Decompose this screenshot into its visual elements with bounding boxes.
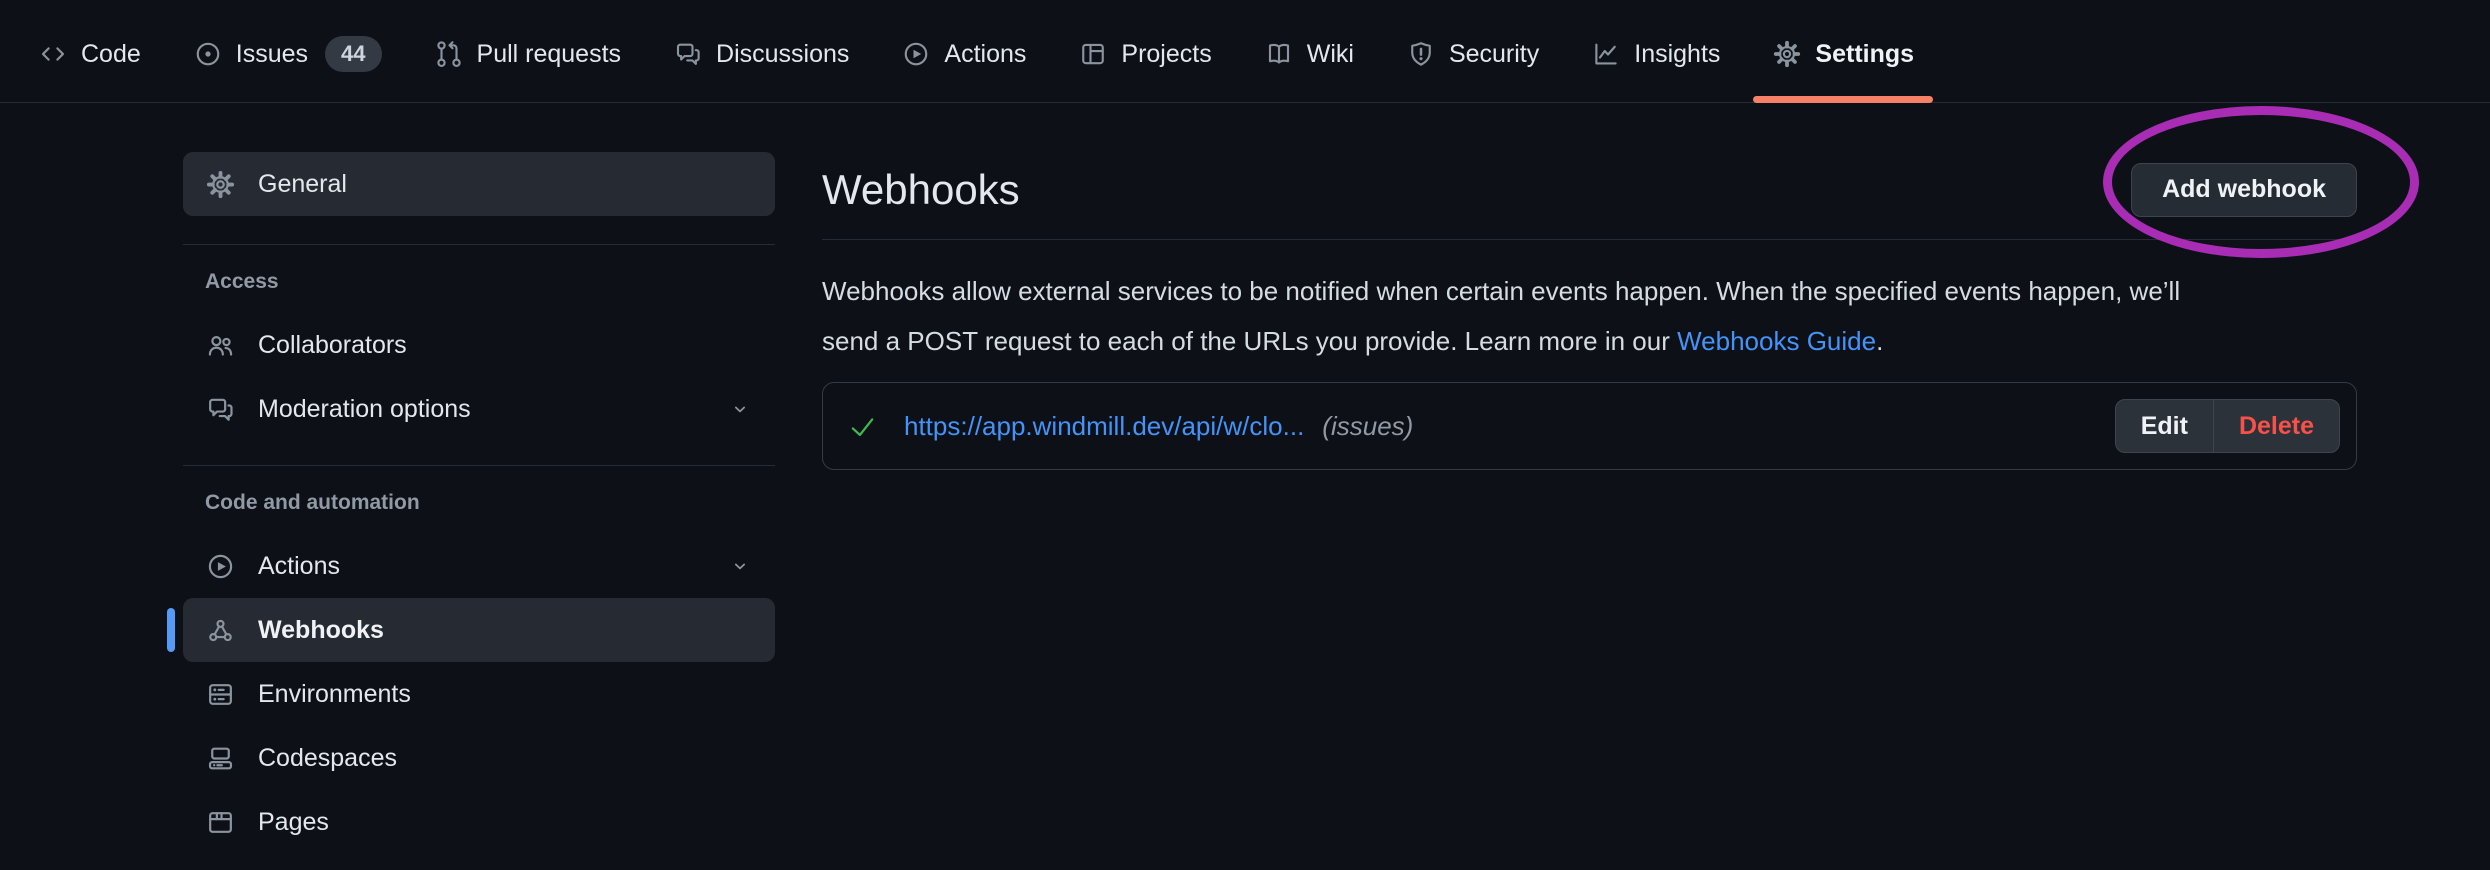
book-icon <box>1264 39 1294 69</box>
sidebar-divider <box>183 244 775 245</box>
repo-tab-bar: Code Issues 44 Pull requests Discussions… <box>0 0 2490 103</box>
page-title: Webhooks <box>822 166 1020 214</box>
active-tab-indicator <box>1753 96 1933 103</box>
play-circle-icon <box>205 551 236 582</box>
sidebar-item-pages[interactable]: Pages <box>183 790 775 854</box>
code-icon <box>38 39 68 69</box>
sidebar-item-label: Environments <box>258 680 411 709</box>
discussion-icon <box>205 394 236 425</box>
tab-projects[interactable]: Projects <box>1052 6 1237 102</box>
sidebar-section-header-code-and-automation: Code and automation <box>183 472 775 534</box>
sidebar-item-collaborators[interactable]: Collaborators <box>183 313 775 377</box>
webhooks-guide-link[interactable]: Webhooks Guide <box>1677 326 1876 356</box>
sidebar-item-label: Moderation options <box>258 395 471 424</box>
graph-icon <box>1591 39 1621 69</box>
play-circle-icon <box>901 39 931 69</box>
sidebar-item-label: Collaborators <box>258 331 407 360</box>
sidebar-item-actions[interactable]: Actions <box>183 534 775 598</box>
webhook-icon <box>205 615 236 646</box>
delete-button[interactable]: Delete <box>2213 400 2339 452</box>
webhook-events-label: (issues) <box>1322 411 1413 442</box>
gear-icon <box>1772 39 1802 69</box>
tab-label: Settings <box>1815 40 1914 69</box>
tab-label: Security <box>1449 40 1539 69</box>
chevron-down-icon <box>727 396 753 422</box>
webhook-actions-group: Edit Delete <box>2115 399 2340 453</box>
tab-wiki[interactable]: Wiki <box>1238 6 1380 102</box>
chevron-down-icon <box>727 553 753 579</box>
current-page-indicator <box>167 608 175 652</box>
sidebar-item-label: Codespaces <box>258 744 397 773</box>
issue-opened-icon <box>193 39 223 69</box>
tab-pull-requests[interactable]: Pull requests <box>408 6 648 102</box>
add-webhook-button[interactable]: Add webhook <box>2131 163 2357 217</box>
description-line-2: send a POST request to each of the URLs … <box>822 316 2357 366</box>
gear-icon <box>205 169 236 200</box>
tab-label: Actions <box>944 40 1026 69</box>
webhooks-description: Webhooks allow external services to be n… <box>822 266 2357 366</box>
tab-settings[interactable]: Settings <box>1746 6 1940 102</box>
shield-icon <box>1406 39 1436 69</box>
codespaces-icon <box>205 743 236 774</box>
sidebar-item-label: Pages <box>258 808 329 837</box>
table-icon <box>1078 39 1108 69</box>
sidebar-item-webhooks[interactable]: Webhooks <box>183 598 775 662</box>
check-icon <box>847 411 878 442</box>
tab-security[interactable]: Security <box>1380 6 1565 102</box>
tab-issues[interactable]: Issues 44 <box>167 6 408 102</box>
sidebar-section-header-access: Access <box>183 251 775 313</box>
tab-actions[interactable]: Actions <box>875 6 1052 102</box>
edit-button[interactable]: Edit <box>2116 400 2213 452</box>
webhooks-panel: Webhooks Add webhook Webhooks allow exte… <box>822 140 2357 470</box>
webhook-row: https://app.windmill.dev/api/w/clo... (i… <box>822 382 2357 470</box>
description-line-2-text: send a POST request to each of the URLs … <box>822 326 1677 356</box>
sidebar-divider <box>183 465 775 466</box>
issues-count-badge: 44 <box>325 36 381 72</box>
tab-label: Projects <box>1121 40 1211 69</box>
description-line-1: Webhooks allow external services to be n… <box>822 266 2357 316</box>
environments-icon <box>205 679 236 710</box>
sidebar-item-moderation-options[interactable]: Moderation options <box>183 377 775 441</box>
sidebar-item-label: General <box>258 170 347 199</box>
tab-discussions[interactable]: Discussions <box>647 6 875 102</box>
discussion-icon <box>673 39 703 69</box>
tab-label: Discussions <box>716 40 849 69</box>
people-icon <box>205 330 236 361</box>
sidebar-item-label: Actions <box>258 552 340 581</box>
browser-icon <box>205 807 236 838</box>
tab-label: Wiki <box>1307 40 1354 69</box>
tab-label: Insights <box>1634 40 1720 69</box>
sidebar-item-codespaces[interactable]: Codespaces <box>183 726 775 790</box>
sidebar-item-label: Webhooks <box>258 616 384 645</box>
tab-insights[interactable]: Insights <box>1565 6 1746 102</box>
tab-label: Code <box>81 40 141 69</box>
pull-request-icon <box>434 39 464 69</box>
webhook-url-link[interactable]: https://app.windmill.dev/api/w/clo... <box>904 411 1304 442</box>
sidebar-item-environments[interactable]: Environments <box>183 662 775 726</box>
settings-sidebar: General Access Collaborators Moderation … <box>183 152 775 854</box>
panel-header: Webhooks Add webhook <box>822 140 2357 240</box>
sidebar-item-general[interactable]: General <box>183 152 775 216</box>
tab-label: Pull requests <box>477 40 622 69</box>
description-period: . <box>1876 326 1883 356</box>
tab-label: Issues <box>236 40 308 69</box>
tab-code[interactable]: Code <box>12 6 167 102</box>
